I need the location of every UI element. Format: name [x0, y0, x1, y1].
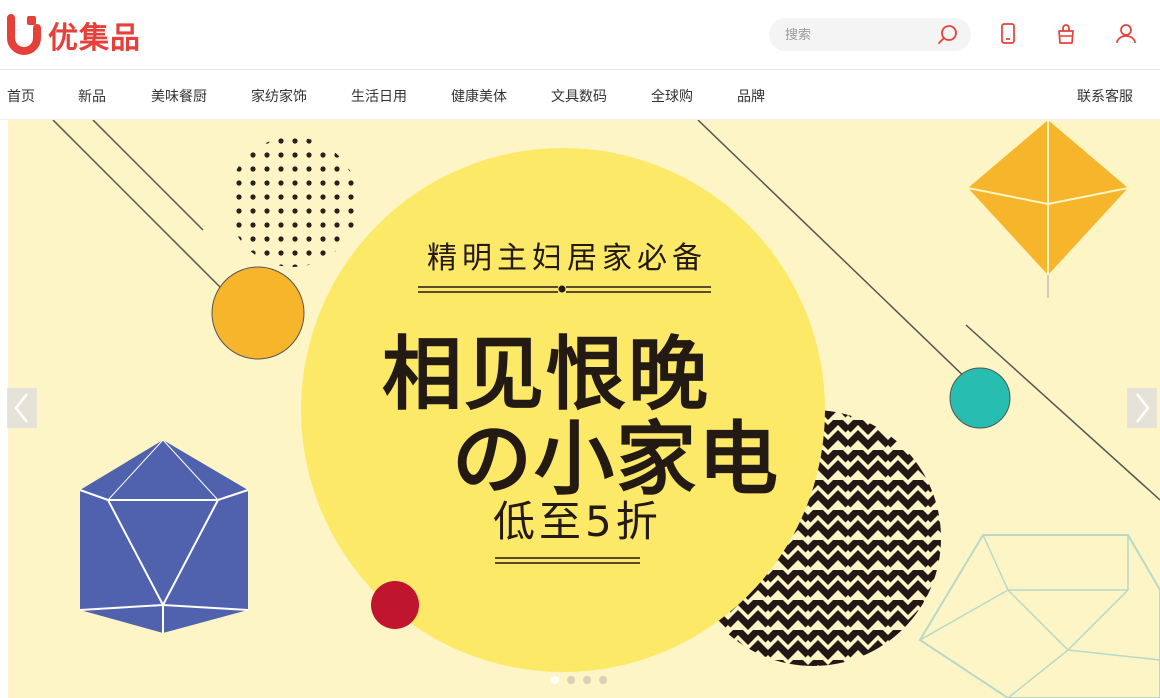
carousel-dot-3[interactable] [583, 676, 591, 684]
mobile-app-button[interactable] [996, 22, 1020, 46]
hero-banner[interactable]: 精明主妇居家必备 相见恨晚 の小家电 低至5折 [8, 120, 1160, 698]
cart-button[interactable] [1054, 22, 1078, 46]
carousel-next-button[interactable] [1127, 388, 1157, 428]
brand-name: 优集品 [48, 21, 141, 56]
user-icon [1116, 24, 1136, 44]
nav-item-home[interactable]: 首页 [7, 86, 35, 106]
nav-item-stationery-digital[interactable]: 文具数码 [551, 86, 607, 106]
banner-discount: 低至5折 [493, 497, 662, 546]
search-bar [769, 18, 971, 51]
nav-item-health-beauty[interactable]: 健康美体 [451, 86, 507, 106]
nav-item-new[interactable]: 新品 [78, 86, 106, 106]
logo-icon [6, 14, 41, 55]
banner-subtitle: 精明主妇居家必备 [427, 241, 707, 276]
nav-item-brands[interactable]: 品牌 [737, 86, 765, 106]
chevron-left-icon [14, 393, 28, 423]
carousel-prev-button[interactable] [7, 388, 37, 428]
mobile-icon [1001, 23, 1015, 44]
nav-item-home-textiles[interactable]: 家纺家饰 [251, 86, 307, 106]
nav-item-global[interactable]: 全球购 [651, 86, 693, 106]
nav-item-kitchen[interactable]: 美味餐厨 [151, 86, 207, 106]
main-nav: 首页 新品 美味餐厨 家纺家饰 生活日用 健康美体 文具数码 全球购 品牌 联系… [0, 70, 1160, 120]
carousel-dot-1[interactable] [551, 676, 559, 684]
contact-service-link[interactable]: 联系客服 [1077, 86, 1133, 106]
chevron-right-icon [1136, 393, 1150, 423]
carousel-dot-2[interactable] [567, 676, 575, 684]
search-button[interactable] [937, 24, 959, 46]
user-button[interactable] [1114, 22, 1138, 46]
site-header: 优集品 [0, 0, 1160, 70]
search-input[interactable] [785, 25, 935, 45]
brand-logo[interactable]: 优集品 [6, 12, 141, 58]
nav-item-daily-life[interactable]: 生活日用 [351, 86, 407, 106]
carousel-indicators [551, 676, 607, 684]
cart-icon [1058, 24, 1074, 44]
carousel-dot-4[interactable] [599, 676, 607, 684]
search-icon [938, 25, 957, 44]
